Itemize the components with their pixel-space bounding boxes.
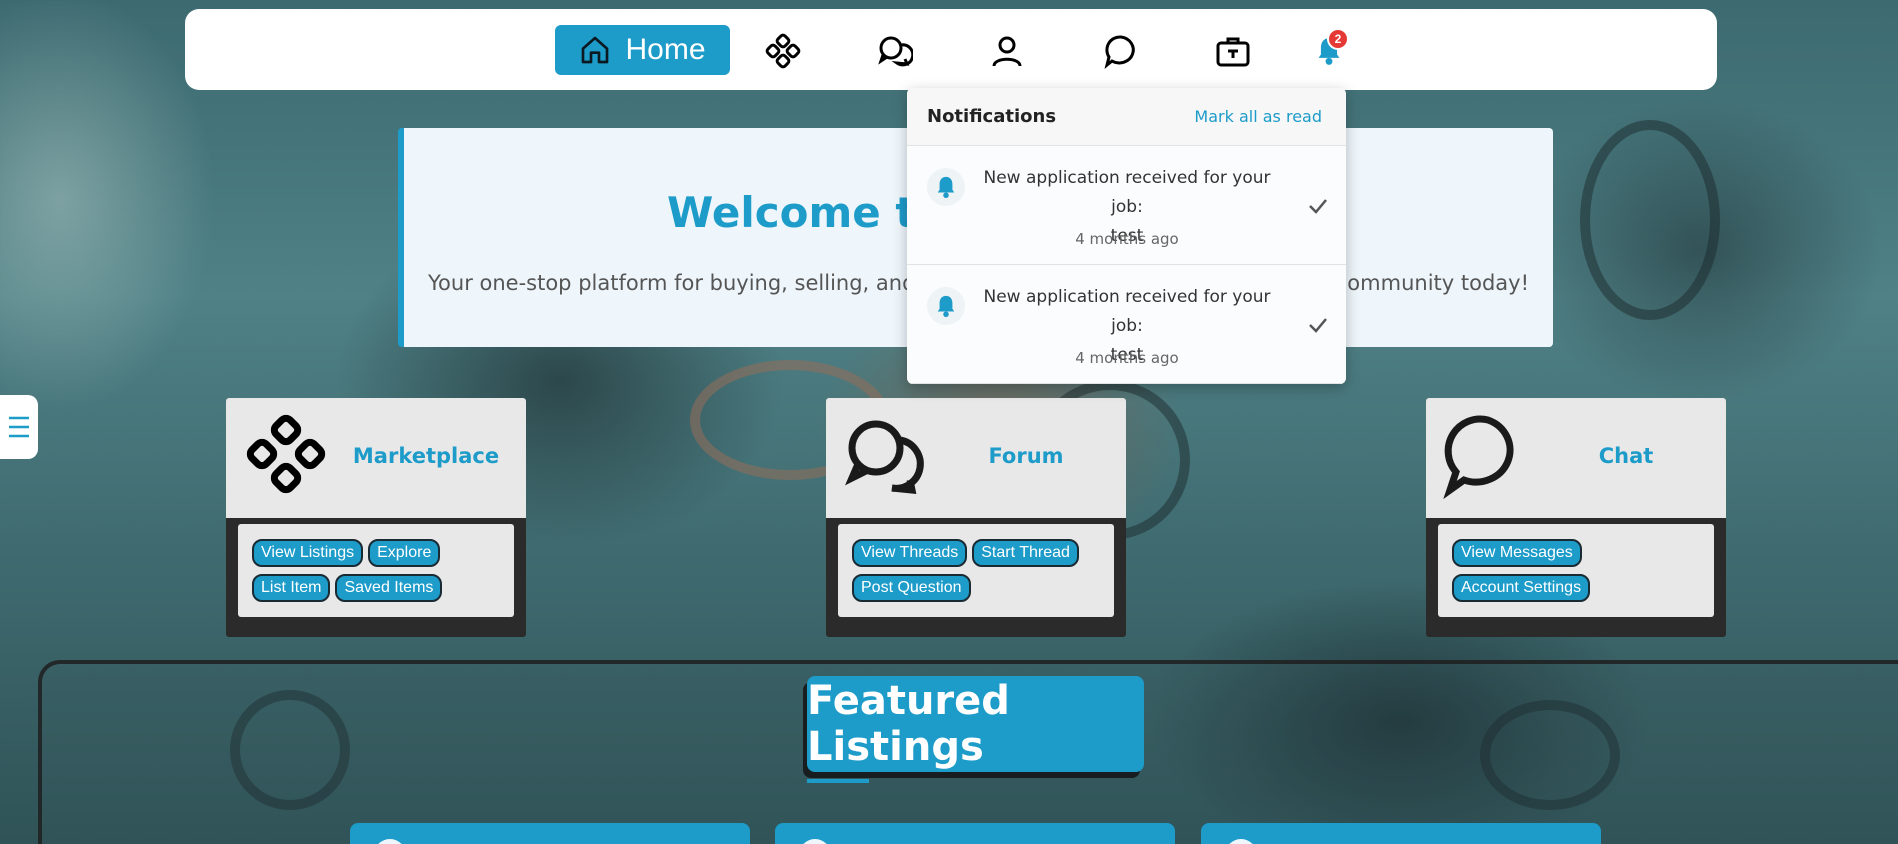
- chat-card-header[interactable]: Chat: [1426, 398, 1726, 518]
- listing-card[interactable]: [775, 823, 1175, 844]
- listing-avatar: [1225, 839, 1257, 844]
- top-navbar: Home 2: [185, 9, 1717, 90]
- menu-icon: [9, 416, 29, 438]
- forum-icon: [878, 36, 913, 67]
- notifications-header: Notifications Mark all as read: [907, 88, 1346, 146]
- explore-button[interactable]: Explore: [368, 539, 441, 567]
- marketplace-links: View Listings Explore List Item Saved Item…: [238, 524, 514, 617]
- marketplace-card-header[interactable]: Marketplace: [226, 398, 526, 518]
- nav-home-label: Home: [625, 33, 706, 66]
- bell-icon: [927, 287, 965, 325]
- mark-all-read-link[interactable]: Mark all as read: [1194, 107, 1322, 126]
- home-icon: [582, 36, 609, 64]
- background-decor: [1580, 120, 1720, 320]
- chat-card-title: Chat: [1598, 444, 1654, 468]
- forum-card-title: Forum: [988, 444, 1064, 468]
- user-icon: [992, 36, 1022, 67]
- welcome-subtitle-end: community today!: [1335, 271, 1529, 295]
- mark-read-check-icon[interactable]: [1306, 194, 1330, 218]
- forum-links: View Threads Start Thread Post Question: [838, 524, 1114, 617]
- briefcase-icon: [1216, 37, 1250, 67]
- featured-listings-title: Featured Listings: [807, 676, 1144, 772]
- account-settings-button[interactable]: Account Settings: [1452, 574, 1591, 602]
- forum-icon: [845, 420, 924, 494]
- welcome-subtitle: Your one-stop platform for buying, selli…: [428, 271, 942, 295]
- chat-card: Chat View Messages Account Settings: [1426, 398, 1726, 637]
- marketplace-card: Marketplace View Listings Explore List It…: [226, 398, 526, 637]
- sidebar-toggle-button[interactable]: [0, 395, 38, 459]
- view-threads-button[interactable]: View Threads: [852, 539, 968, 567]
- listing-card[interactable]: [350, 823, 750, 844]
- notification-count-badge: 2: [1327, 28, 1349, 50]
- featured-underline: [807, 779, 869, 783]
- listing-avatar: [374, 839, 406, 844]
- notification-item[interactable]: New application received for your job: t…: [907, 265, 1346, 384]
- bell-icon: [927, 168, 965, 206]
- nav-home-button[interactable]: Home: [555, 25, 730, 75]
- mark-read-check-icon[interactable]: [1306, 313, 1330, 337]
- chat-icon: [1443, 415, 1514, 500]
- view-listings-button[interactable]: View Listings: [252, 539, 364, 567]
- nav-jobs[interactable]: [1215, 33, 1251, 69]
- notification-text: New application received for your job:: [983, 287, 1271, 336]
- marketplace-icon: [765, 33, 801, 69]
- marketplace-card-title: Marketplace: [352, 444, 500, 468]
- listing-card[interactable]: [1201, 823, 1601, 844]
- nav-forum[interactable]: [877, 33, 913, 69]
- forum-card: Forum View Threads Start Thread Post Ques…: [826, 398, 1126, 637]
- start-thread-button[interactable]: Start Thread: [972, 539, 1079, 567]
- notification-item[interactable]: New application received for your job: t…: [907, 146, 1346, 265]
- post-question-button[interactable]: Post Question: [852, 574, 971, 602]
- listing-avatar: [799, 839, 831, 844]
- notifications-title: Notifications: [927, 106, 1057, 127]
- list-item-button[interactable]: List Item: [252, 574, 331, 602]
- marketplace-icon: [246, 414, 326, 494]
- saved-items-button[interactable]: Saved Items: [335, 574, 443, 602]
- notification-text: New application received for your job:: [983, 168, 1271, 217]
- nav-marketplace[interactable]: [765, 33, 801, 69]
- notification-time: 4 months ago: [1075, 349, 1179, 367]
- nav-chat[interactable]: [1103, 33, 1139, 69]
- chat-icon: [1104, 35, 1135, 69]
- notifications-dropdown: Notifications Mark all as read New appli…: [907, 88, 1346, 384]
- forum-card-header[interactable]: Forum: [826, 398, 1126, 518]
- notification-time: 4 months ago: [1075, 230, 1179, 248]
- view-messages-button[interactable]: View Messages: [1452, 539, 1582, 567]
- chat-links: View Messages Account Settings: [1438, 524, 1714, 617]
- nav-profile[interactable]: [989, 33, 1025, 69]
